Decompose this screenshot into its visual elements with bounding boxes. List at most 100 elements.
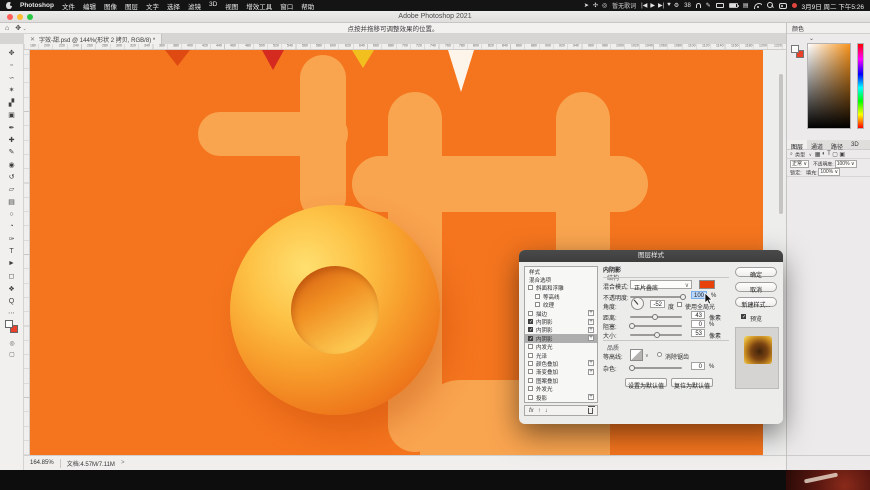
control-center-icon[interactable] <box>778 2 787 9</box>
dialog-titlebar[interactable]: 图层样式 <box>519 250 783 262</box>
zoom-tool-icon[interactable]: Q <box>3 295 21 307</box>
duplicate-effect-icon[interactable]: + <box>588 335 594 342</box>
noise-slider[interactable] <box>629 364 682 371</box>
pencil-icon[interactable]: ✎ <box>706 3 711 9</box>
keyboard-icon[interactable]: ▤ <box>743 3 749 9</box>
style-effect-item[interactable]: 内阴影 + <box>525 326 597 334</box>
crop-tool-icon[interactable]: ▞ <box>3 97 21 109</box>
effect-checkbox[interactable] <box>528 327 533 333</box>
effect-checkbox[interactable] <box>528 352 533 358</box>
effect-checkbox[interactable] <box>528 369 533 375</box>
effect-checkbox[interactable] <box>535 302 540 308</box>
opacity-select[interactable]: 100% ∨ <box>834 159 857 168</box>
tab-paths[interactable]: 路径 <box>827 140 847 151</box>
style-effect-item[interactable]: 纹理 <box>525 301 597 309</box>
menubar-menu-item[interactable]: 图层 <box>125 1 138 11</box>
hand-tool-icon[interactable]: ❖ <box>3 282 21 294</box>
frame-tool-icon[interactable]: ▣ <box>3 109 21 121</box>
type-tool-icon[interactable]: T <box>3 245 21 257</box>
gradient-tool-icon[interactable]: ▤ <box>3 196 21 208</box>
zoom-window-button[interactable] <box>27 14 33 20</box>
menubar-menu-item[interactable]: 图像 <box>104 1 117 11</box>
chevron-down-icon[interactable]: ∨ <box>809 152 812 157</box>
add-effect-icon[interactable]: fx <box>529 408 534 414</box>
blur-tool-icon[interactable]: ○ <box>3 208 21 220</box>
location-icon[interactable]: ◎ <box>602 2 607 9</box>
duplicate-effect-icon[interactable]: + <box>588 326 594 333</box>
move-tool-icon[interactable]: ✥ <box>3 47 21 59</box>
eyedropper-tool-icon[interactable]: ✒ <box>3 121 21 133</box>
record-icon[interactable] <box>791 3 797 8</box>
duplicate-effect-icon[interactable]: + <box>588 394 594 401</box>
effect-checkbox[interactable] <box>535 293 540 299</box>
tab-channels[interactable]: 通道 <box>807 140 827 151</box>
screen-mode-icon[interactable]: ▢ <box>3 349 21 360</box>
pen-tool-icon[interactable]: ✑ <box>3 233 21 245</box>
close-tab-icon[interactable]: ✕ <box>30 36 35 43</box>
eraser-tool-icon[interactable]: ▱ <box>3 183 21 195</box>
bell-icon[interactable] <box>695 3 701 8</box>
search-icon[interactable] <box>766 2 774 9</box>
menubar-menu-item[interactable]: 选择 <box>167 1 180 11</box>
style-effect-item[interactable]: 内发光 <box>525 343 597 351</box>
style-effect-item[interactable]: 光泽 <box>525 351 597 359</box>
style-effect-item[interactable]: 等高线 <box>525 292 597 301</box>
battery-icon[interactable] <box>728 3 739 8</box>
pixel-filter-icon[interactable]: ▦ <box>815 151 821 158</box>
swirl-icon[interactable]: ✣ <box>593 2 598 9</box>
style-effect-item[interactable]: 斜面和浮雕 <box>525 284 597 292</box>
display-icon[interactable] <box>715 3 724 8</box>
size-field[interactable]: 53 <box>691 329 705 337</box>
use-global-light-checkbox[interactable] <box>677 302 682 307</box>
duplicate-effect-icon[interactable]: + <box>588 360 594 367</box>
distance-slider[interactable] <box>630 313 682 320</box>
size-slider[interactable] <box>630 331 682 338</box>
effect-checkbox[interactable] <box>528 394 533 400</box>
effect-checkbox[interactable] <box>528 310 533 316</box>
angle-field[interactable]: -52 <box>650 300 665 308</box>
path-select-tool-icon[interactable]: ► <box>3 258 21 270</box>
dodge-tool-icon[interactable]: ◔ <box>3 220 21 232</box>
notification-count[interactable]: 38 <box>684 3 691 9</box>
filter-type-select[interactable]: 类型 <box>795 150 805 158</box>
previous-track-icon[interactable]: |◀ <box>641 2 647 9</box>
adjustment-filter-icon[interactable]: ◐ <box>822 151 826 158</box>
noise-field[interactable]: 0 <box>691 362 705 370</box>
shape-filter-icon[interactable]: ▢ <box>832 151 838 158</box>
play-icon[interactable]: ▶ <box>650 2 655 9</box>
make-default-button[interactable]: 设置为默认值 <box>625 378 667 390</box>
duplicate-effect-icon[interactable]: + <box>588 310 594 317</box>
saturation-brightness-picker[interactable] <box>807 43 851 129</box>
lasso-tool-icon[interactable]: ∽ <box>3 72 21 84</box>
minimize-window-button[interactable] <box>17 14 23 20</box>
delete-effect-icon[interactable] <box>587 405 595 414</box>
new-style-button[interactable]: 新建样式... <box>735 297 777 309</box>
ok-button[interactable]: 确定 <box>735 267 777 279</box>
menubar-menu-item[interactable]: 3D <box>209 1 217 11</box>
effect-checkbox[interactable] <box>528 344 533 350</box>
duplicate-effect-icon[interactable]: + <box>588 318 594 325</box>
menubar-menu-item[interactable]: 编辑 <box>83 1 96 11</box>
settings-gear-icon[interactable]: ⚙ <box>674 2 679 9</box>
menubar-menu-item[interactable]: 视图 <box>225 1 238 11</box>
style-effect-item[interactable]: 外发光 <box>525 384 597 393</box>
reset-default-button[interactable]: 复位为默认值 <box>671 378 713 390</box>
move-effect-up-icon[interactable]: ↑ <box>538 408 541 414</box>
paper-plane-icon[interactable]: ➤ <box>584 2 589 9</box>
contour-picker[interactable] <box>630 349 643 361</box>
menubar-menu-item[interactable]: 窗口 <box>280 1 293 11</box>
choke-slider[interactable] <box>629 322 682 329</box>
cancel-button[interactable]: 取消 <box>735 282 777 294</box>
effect-checkbox[interactable] <box>528 285 533 291</box>
edit-toolbar-icon[interactable]: ⋯ <box>3 307 21 319</box>
style-effect-item[interactable]: 投影 + <box>525 393 597 401</box>
distance-field[interactable]: 43 <box>691 311 705 319</box>
tab-layers[interactable]: 图层 <box>787 140 808 151</box>
menubar-menu-item[interactable]: 增效工具 <box>246 1 272 11</box>
status-arrow-icon[interactable]: > <box>121 460 125 466</box>
foreground-color-swatch[interactable] <box>5 320 13 328</box>
type-filter-icon[interactable]: T <box>827 151 831 158</box>
move-effect-down-icon[interactable]: ↓ <box>545 408 548 414</box>
healing-brush-tool-icon[interactable]: ✚ <box>3 134 21 146</box>
clone-stamp-tool-icon[interactable]: ◉ <box>3 159 21 171</box>
